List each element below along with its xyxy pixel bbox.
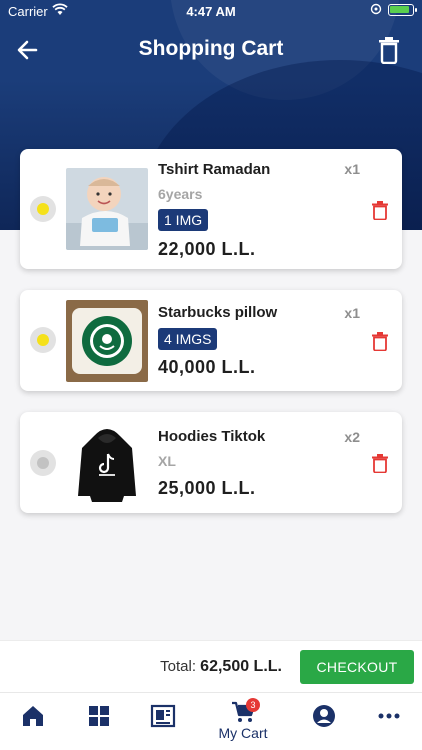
item-name: Hoodies Tiktok xyxy=(158,428,266,445)
cart-count-badge: 3 xyxy=(246,698,260,712)
item-name: Tshirt Ramadan xyxy=(158,161,271,178)
cart-item[interactable]: Tshirt Ramadan x1 6years 1 IMG 22,000 L.… xyxy=(20,149,402,269)
home-icon[interactable] xyxy=(20,703,50,733)
account-icon[interactable] xyxy=(311,703,341,733)
delete-item-icon[interactable] xyxy=(372,332,388,352)
delete-item-icon[interactable] xyxy=(372,201,388,221)
image-count-badge: 4 IMGS xyxy=(158,328,218,350)
item-quantity: x2 xyxy=(344,429,360,445)
item-quantity: x1 xyxy=(344,305,360,321)
selected-indicator xyxy=(37,334,49,346)
select-radio[interactable] xyxy=(30,327,56,353)
item-price: 25,000 L.L. xyxy=(158,478,256,498)
tab-my-cart[interactable]: 3 My Cart xyxy=(210,698,276,747)
item-variant: XL xyxy=(158,453,176,469)
item-price: 22,000 L.L. xyxy=(158,239,256,259)
select-radio[interactable] xyxy=(30,196,56,222)
image-count-badge: 1 IMG xyxy=(158,209,209,231)
more-icon[interactable] xyxy=(376,703,406,733)
tab-my-cart-label: My Cart xyxy=(218,725,268,741)
cart-item[interactable]: Starbucks pillow x1 4 IMGS 40,000 L.L. xyxy=(20,290,402,391)
selected-indicator xyxy=(37,203,49,215)
item-quantity: x1 xyxy=(344,161,360,177)
catalog-icon[interactable] xyxy=(150,703,180,733)
status-bar: Carrier 4:47 AM xyxy=(0,0,422,22)
location-icon xyxy=(370,3,382,20)
battery-icon xyxy=(388,4,417,16)
total-label: Total: xyxy=(160,658,196,675)
cart-item[interactable]: Hoodies Tiktok x2 XL 25,000 L.L. xyxy=(20,412,402,513)
product-image-tiktok-hoodie xyxy=(66,422,148,504)
product-image-baby-tshirt xyxy=(66,168,148,250)
clock: 4:47 AM xyxy=(186,4,236,19)
select-radio[interactable] xyxy=(30,450,56,476)
item-price: 40,000 L.L. xyxy=(158,357,256,377)
item-variant: 6years xyxy=(158,186,203,202)
bottom-tab-bar: 3 My Cart xyxy=(0,692,422,750)
checkout-bar: Total: 62,500 L.L. CHECKOUT xyxy=(0,640,422,692)
trash-icon[interactable] xyxy=(376,36,402,65)
total-value: 62,500 L.L. xyxy=(200,658,282,675)
navigation-bar: Shopping Cart xyxy=(0,22,422,78)
categories-grid-icon[interactable] xyxy=(86,703,116,733)
unselected-indicator xyxy=(37,457,49,469)
delete-item-icon[interactable] xyxy=(372,454,388,474)
checkout-button[interactable]: CHECKOUT xyxy=(300,650,414,684)
product-image-starbucks-pillow xyxy=(66,300,148,382)
page-title: Shopping Cart xyxy=(138,37,284,60)
item-name: Starbucks pillow xyxy=(158,304,278,321)
total-summary: Total: 62,500 L.L. xyxy=(160,658,282,676)
